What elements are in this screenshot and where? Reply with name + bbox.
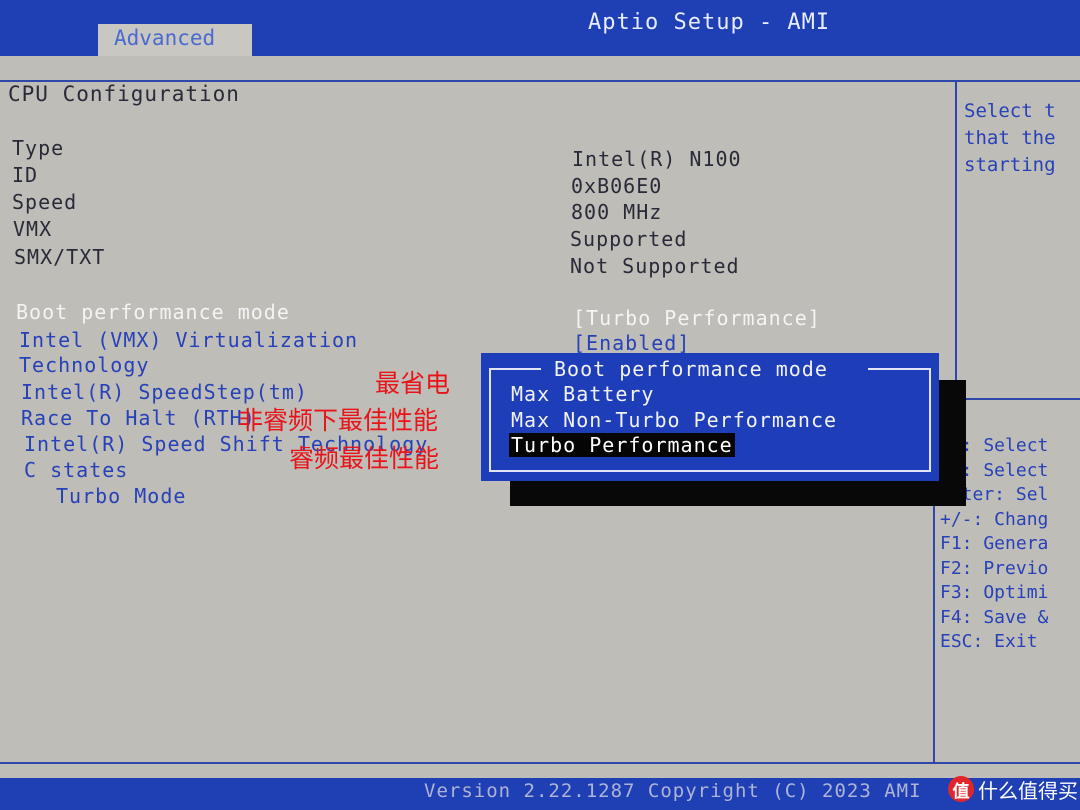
info-value-smx-txt: Not Supported [570,254,740,278]
popup-option-max-non-turbo[interactable]: Max Non-Turbo Performance [511,408,837,432]
setting-vmx-virtualization-line2[interactable]: Technology [19,353,149,377]
info-value-id: 0xB06E0 [571,174,663,198]
key-help-line: F1: Genera [940,533,1049,554]
info-label-vmx: VMX [13,217,53,241]
setting-boot-performance-mode[interactable]: Boot performance mode [16,300,290,324]
setting-race-to-halt[interactable]: Race To Halt (RTH) [21,406,256,430]
frame-right-divider [955,82,957,400]
help-line: that the [964,127,1056,149]
tab-advanced[interactable]: Advanced [98,24,252,56]
info-value-vmx: Supported [570,227,688,251]
frame-bottom-divider [0,762,1080,764]
key-help-line: F3: Optimi [940,582,1049,603]
section-title: CPU Configuration [8,82,240,106]
annotation-max-non-turbo: 非睿频下最佳性能 [238,406,439,435]
key-help-line: F4: Save & [940,606,1049,628]
popup-frame-top-left [489,368,541,370]
info-label-speed: Speed [12,190,78,214]
version-text: Version 2.22.1287 Copyright (C) 2023 AMI [424,780,922,802]
popup-frame-top-right [868,368,931,370]
info-label-type: Type [12,136,65,160]
annotation-turbo: 睿频最佳性能 [289,444,440,473]
title-bar: Aptio Setup - AMI Advanced [0,0,1080,56]
key-help-line: +/-: Chang [940,508,1049,530]
popup-option-max-battery[interactable]: Max Battery [511,382,654,406]
watermark-text: 什么值得买 [978,778,1078,803]
info-label-smx-txt: SMX/TXT [14,245,106,269]
annotation-max-battery: 最省电 [375,369,451,398]
popup-option-turbo-performance[interactable]: Turbo Performance [509,433,735,457]
bios-title: Aptio Setup - AMI [588,10,831,35]
setting-turbo-mode[interactable]: Turbo Mode [56,484,186,508]
help-line: starting [964,154,1056,176]
setting-c-states[interactable]: C states [24,458,128,482]
watermark-logo-icon: 值 [948,776,974,802]
help-text: Select t that the starting [964,98,1080,179]
setting-vmx-virtualization[interactable]: Intel (VMX) Virtualization [19,328,358,352]
help-line: Select t [964,100,1056,122]
watermark: 值 什么值得买 [948,775,1078,803]
info-value-type: Intel(R) N100 [572,147,742,171]
info-value-speed: 800 MHz [571,200,663,224]
key-help-line: F2: Previo [940,557,1049,579]
setting-boot-performance-mode-value[interactable]: [Turbo Performance] [573,306,821,330]
info-label-id: ID [12,163,39,187]
footer-bar: Version 2.22.1287 Copyright (C) 2023 AMI [0,778,1080,810]
key-help-line: ESC: Exit [940,631,1038,652]
popup-title: Boot performance mode [554,357,828,381]
help-divider [955,398,1080,400]
bios-screen: Aptio Setup - AMI Advanced CPU Configura… [0,0,1080,810]
setting-vmx-virtualization-value[interactable]: [Enabled] [573,331,690,355]
